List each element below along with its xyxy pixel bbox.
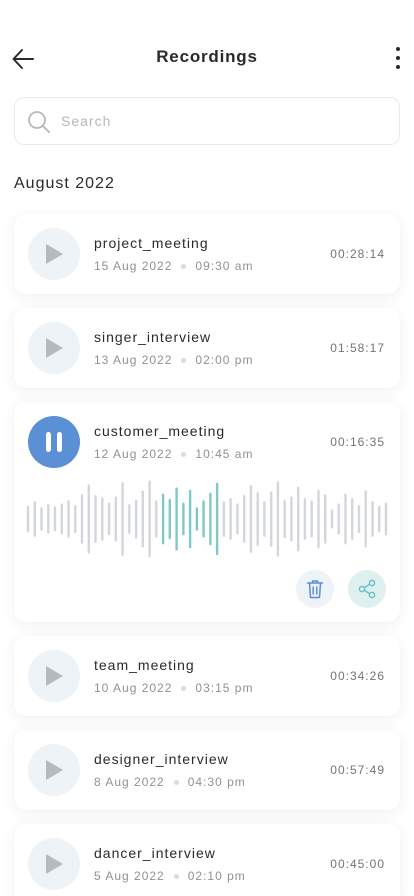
play-button[interactable] (28, 838, 80, 890)
recording-card[interactable]: dancer_interview 5 Aug 2022 02:10 pm 00:… (14, 824, 400, 896)
recording-name: project_meeting (94, 235, 209, 251)
recording-duration: 00:57:49 (330, 763, 385, 777)
more-options-button[interactable] (392, 45, 404, 71)
recording-meta: 12 Aug 2022 10:45 am (94, 447, 253, 461)
page-title: Recordings (156, 47, 258, 66)
play-icon (46, 666, 63, 686)
delete-button[interactable] (296, 570, 334, 608)
recording-meta: 13 Aug 2022 02:00 pm (94, 353, 253, 367)
separator-dot (173, 873, 179, 879)
recording-date: 8 Aug 2022 (94, 775, 165, 789)
trash-icon (306, 580, 324, 599)
pause-button[interactable] (28, 416, 80, 468)
recording-meta: 8 Aug 2022 04:30 pm (94, 775, 246, 789)
more-vertical-icon (396, 47, 400, 51)
recording-card[interactable]: project_meeting 15 Aug 2022 09:30 am 00:… (14, 214, 400, 294)
play-icon (46, 760, 63, 780)
recording-time: 04:30 pm (187, 775, 246, 789)
search-icon (28, 111, 50, 133)
recording-date: 12 Aug 2022 (94, 447, 173, 461)
recording-time: 02:00 pm (195, 353, 254, 367)
recordings-screen: Recordings August 2022 project_meeting 1… (0, 0, 414, 896)
share-icon (358, 579, 376, 599)
recording-time: 03:15 pm (195, 681, 254, 695)
play-button[interactable] (28, 650, 80, 702)
recording-duration: 00:45:00 (330, 857, 385, 871)
recording-date: 10 Aug 2022 (94, 681, 173, 695)
recording-name: singer_interview (94, 329, 212, 345)
recording-card[interactable]: singer_interview 13 Aug 2022 02:00 pm 01… (14, 308, 400, 388)
play-icon (46, 338, 63, 358)
play-button[interactable] (28, 744, 80, 796)
recording-name: team_meeting (94, 657, 195, 673)
play-button[interactable] (28, 322, 80, 374)
recording-duration: 00:34:26 (330, 669, 385, 683)
play-icon (46, 854, 63, 874)
recording-date: 15 Aug 2022 (94, 259, 173, 273)
search-bar[interactable] (14, 97, 400, 145)
separator-dot (181, 263, 187, 269)
recording-card[interactable]: designer_interview 8 Aug 2022 04:30 pm 0… (14, 730, 400, 810)
recording-time: 02:10 pm (187, 869, 246, 883)
recording-duration: 01:58:17 (330, 341, 385, 355)
recording-date: 5 Aug 2022 (94, 869, 165, 883)
recording-name: designer_interview (94, 751, 229, 767)
play-icon (46, 244, 63, 264)
recording-name: dancer_interview (94, 845, 216, 861)
separator-dot (173, 779, 179, 785)
section-title: August 2022 (14, 175, 115, 192)
recording-meta: 5 Aug 2022 02:10 pm (94, 869, 246, 883)
separator-dot (181, 685, 187, 691)
waveform[interactable] (24, 478, 390, 560)
recording-name: customer_meeting (94, 423, 226, 439)
share-button[interactable] (348, 570, 386, 608)
recording-card-expanded[interactable]: customer_meeting 12 Aug 2022 10:45 am 00… (14, 402, 400, 622)
recording-date: 13 Aug 2022 (94, 353, 173, 367)
play-button[interactable] (28, 228, 80, 280)
recording-meta: 10 Aug 2022 03:15 pm (94, 681, 253, 695)
recording-time: 09:30 am (195, 259, 254, 273)
recording-time: 10:45 am (195, 447, 254, 461)
separator-dot (181, 357, 187, 363)
search-input[interactable] (61, 98, 381, 144)
recording-card[interactable]: team_meeting 10 Aug 2022 03:15 pm 00:34:… (14, 636, 400, 716)
recording-meta: 15 Aug 2022 09:30 am (94, 259, 253, 273)
separator-dot (181, 451, 187, 457)
recording-duration: 00:16:35 (330, 435, 385, 449)
recording-duration: 00:28:14 (330, 247, 385, 261)
pause-icon (46, 432, 62, 452)
